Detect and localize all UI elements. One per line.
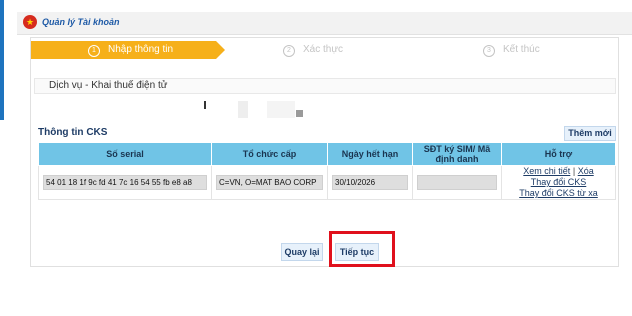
highlight-box xyxy=(329,231,395,267)
change-cks-remote-link[interactable]: Thay đổi CKS từ xa xyxy=(519,188,598,198)
issuer-field[interactable]: C=VN, O=MAT BAO CORP xyxy=(216,175,323,190)
table-row: 54 01 18 1f 9c fd 41 7c 16 54 55 fb e8 a… xyxy=(38,165,616,200)
header-bar: Quản lý Tài khoản xyxy=(17,12,632,35)
step-1: 1 Nhập thông tin xyxy=(31,41,225,59)
column-header-sim: SĐT ký SIM/ Mã định danh xyxy=(412,142,502,166)
blurred-region xyxy=(238,101,248,118)
back-button[interactable]: Quay lại xyxy=(281,243,323,261)
change-cks-link[interactable]: Thay đổi CKS xyxy=(531,177,587,187)
step-1-label: Nhập thông tin xyxy=(108,44,174,55)
link-divider: | xyxy=(572,166,576,176)
cell-issuer: C=VN, O=MAT BAO CORP xyxy=(211,165,328,200)
service-title: Dịch vụ - Khai thuế điện tử xyxy=(49,80,168,91)
cks-section-title: Thông tin CKS xyxy=(38,127,108,138)
cell-support: Xem chi tiết | Xóa Thay đổi CKS Thay đổi… xyxy=(501,165,616,200)
service-section-bar: Dịch vụ - Khai thuế điện tử xyxy=(34,78,616,94)
cks-table: Số serial Tổ chức cấp Ngày hết hạn SĐT k… xyxy=(38,142,616,200)
delete-link[interactable]: Xóa xyxy=(578,166,594,176)
step-3: 3 Kết thúc xyxy=(426,41,616,59)
cell-sim xyxy=(412,165,502,200)
column-header-support: Hỗ trợ xyxy=(501,142,616,166)
left-accent-strip xyxy=(0,0,4,120)
step-2: 2 Xác thực xyxy=(226,41,416,59)
add-new-button[interactable]: Thêm mới xyxy=(564,126,616,141)
step-3-number-icon: 3 xyxy=(483,45,495,57)
expiry-field[interactable]: 30/10/2026 xyxy=(332,175,408,190)
blurred-region xyxy=(296,110,303,117)
serial-field[interactable]: 54 01 18 1f 9c fd 41 7c 16 54 55 fb e8 a… xyxy=(43,175,207,190)
column-header-serial: Số serial xyxy=(38,142,212,166)
step-progress: 1 Nhập thông tin 2 Xác thực 3 Kết thúc xyxy=(31,41,618,59)
step-1-number-icon: 1 xyxy=(88,45,100,57)
cell-serial: 54 01 18 1f 9c fd 41 7c 16 54 55 fb e8 a… xyxy=(38,165,212,200)
column-header-expiry: Ngày hết hạn xyxy=(327,142,413,166)
main-panel: 1 Nhập thông tin 2 Xác thực 3 Kết thúc D… xyxy=(30,37,619,267)
step-2-label: Xác thực xyxy=(303,44,344,55)
emblem-icon xyxy=(23,15,37,29)
blurred-region xyxy=(267,101,295,118)
cell-expiry: 30/10/2026 xyxy=(327,165,413,200)
blurred-region xyxy=(204,101,206,109)
sim-field[interactable] xyxy=(417,175,497,190)
view-detail-link[interactable]: Xem chi tiết xyxy=(523,166,570,176)
header-title[interactable]: Quản lý Tài khoản xyxy=(42,17,120,27)
column-header-issuer: Tổ chức cấp xyxy=(211,142,328,166)
step-3-label: Kết thúc xyxy=(503,44,540,55)
step-2-number-icon: 2 xyxy=(283,45,295,57)
support-links: Xem chi tiết | Xóa Thay đổi CKS Thay đổi… xyxy=(506,166,611,199)
table-header-row: Số serial Tổ chức cấp Ngày hết hạn SĐT k… xyxy=(38,142,616,166)
